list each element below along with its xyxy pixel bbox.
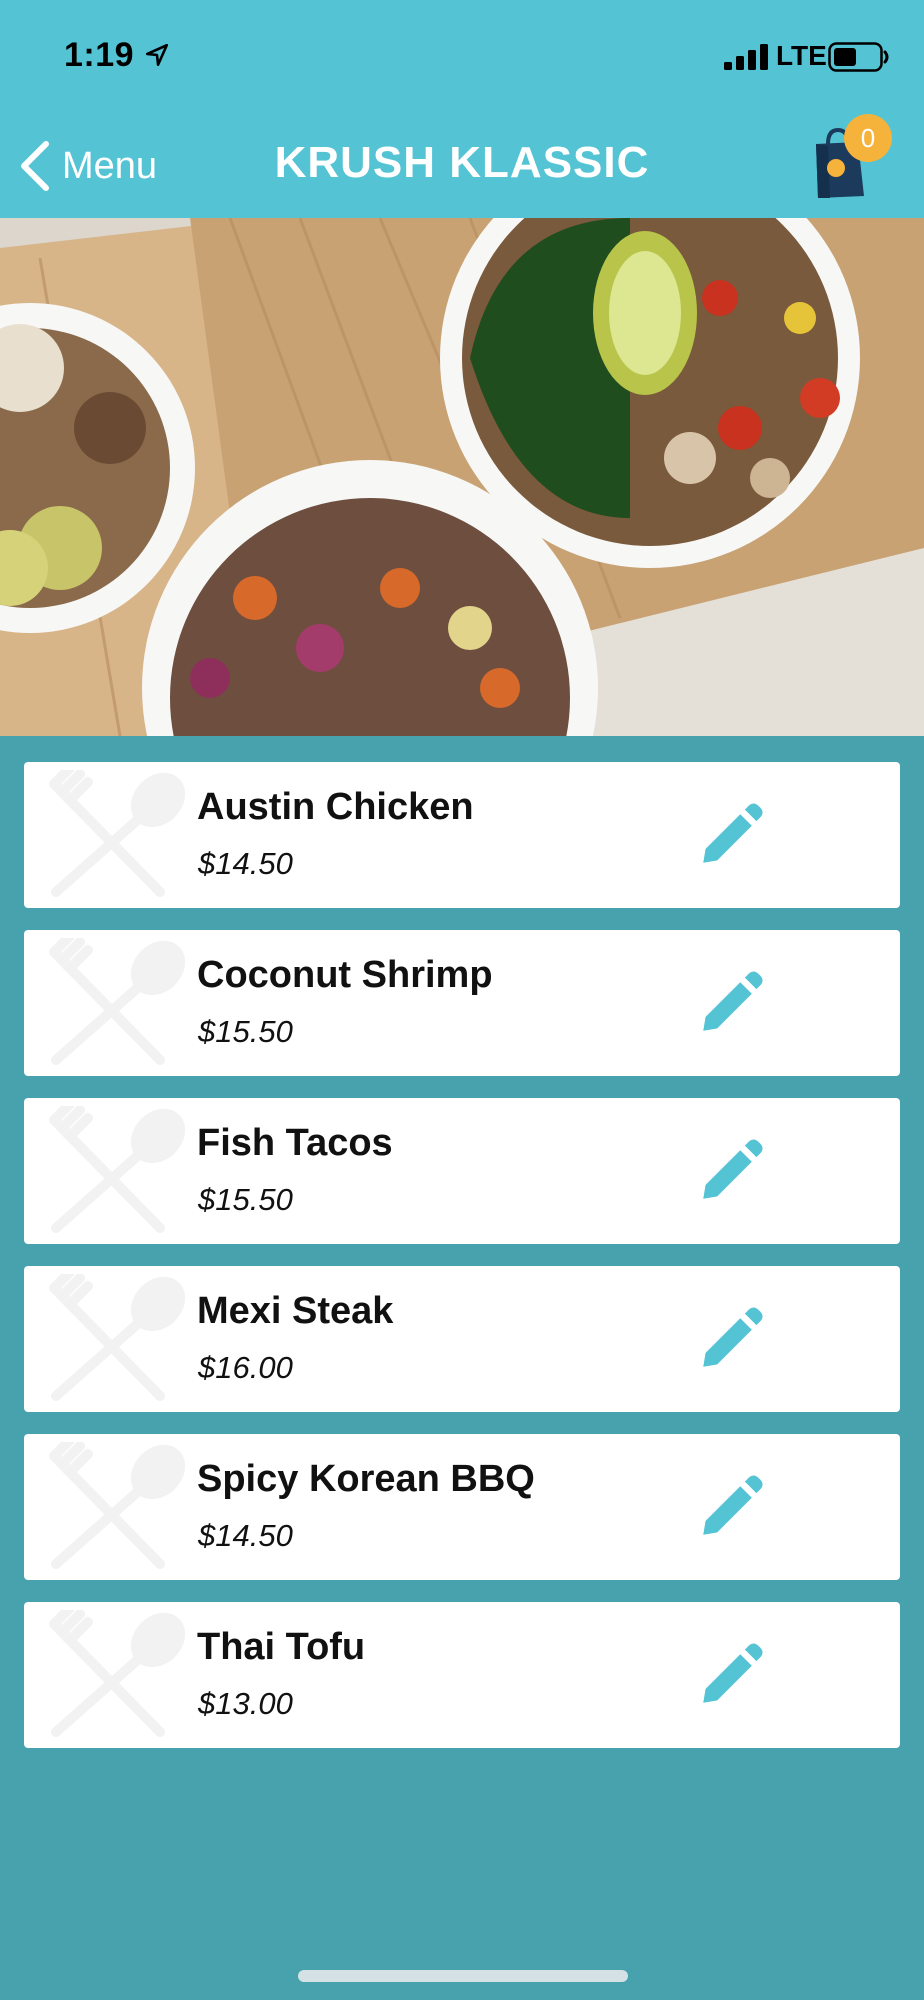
page-title: KRUSH KLASSIC xyxy=(274,138,650,187)
item-price: $14.50 xyxy=(198,1518,293,1553)
item-name: Spicy Korean BBQ xyxy=(197,1458,535,1500)
list-item[interactable]: Mexi Steak $16.00 xyxy=(24,1266,900,1412)
list-item[interactable]: Spicy Korean BBQ $14.50 xyxy=(24,1434,900,1580)
pencil-icon[interactable] xyxy=(694,966,768,1040)
utensils-icon xyxy=(49,770,186,897)
utensils-icon xyxy=(49,1442,186,1569)
item-price: $13.00 xyxy=(198,1686,293,1721)
utensils-icon xyxy=(49,1106,186,1233)
cart-count-badge: 0 xyxy=(844,114,892,162)
item-name: Thai Tofu xyxy=(197,1626,366,1668)
item-name: Mexi Steak xyxy=(197,1290,394,1332)
item-price: $14.50 xyxy=(198,846,293,881)
pencil-icon[interactable] xyxy=(694,798,768,872)
utensils-icon xyxy=(49,1274,186,1401)
item-name: Coconut Shrimp xyxy=(197,954,493,996)
network-type: LTE xyxy=(776,40,827,71)
item-name: Fish Tacos xyxy=(197,1122,393,1164)
food-bowls-illustration xyxy=(0,218,924,736)
signal-icon xyxy=(724,44,768,70)
list-item[interactable]: Coconut Shrimp $15.50 xyxy=(24,930,900,1076)
pencil-icon[interactable] xyxy=(694,1638,768,1712)
list-item[interactable]: Austin Chicken $14.50 xyxy=(24,762,900,908)
pencil-icon[interactable] xyxy=(694,1470,768,1544)
status-bar: 1:19 LTE xyxy=(0,0,924,110)
status-time: 1:19 xyxy=(64,36,135,74)
list-item[interactable]: Fish Tacos $15.50 xyxy=(24,1098,900,1244)
utensils-icon xyxy=(49,1610,186,1737)
pencil-icon[interactable] xyxy=(694,1302,768,1376)
hero-image xyxy=(0,218,924,736)
list-item[interactable]: Thai Tofu $13.00 xyxy=(24,1602,900,1748)
nav-bar: Menu KRUSH KLASSIC 0 xyxy=(0,110,924,218)
cart-button[interactable]: 0 xyxy=(808,114,908,204)
home-indicator[interactable] xyxy=(298,1970,628,1982)
menu-item-list: Austin Chicken $14.50 Coconut Shrimp $15… xyxy=(24,762,900,1770)
item-price: $16.00 xyxy=(198,1350,293,1385)
utensils-icon xyxy=(49,938,186,1065)
pencil-icon[interactable] xyxy=(694,1134,768,1208)
item-name: Austin Chicken xyxy=(197,786,474,828)
item-price: $15.50 xyxy=(198,1014,293,1049)
location-arrow-icon xyxy=(145,43,169,67)
item-price: $15.50 xyxy=(198,1182,293,1217)
battery-icon xyxy=(828,42,889,72)
